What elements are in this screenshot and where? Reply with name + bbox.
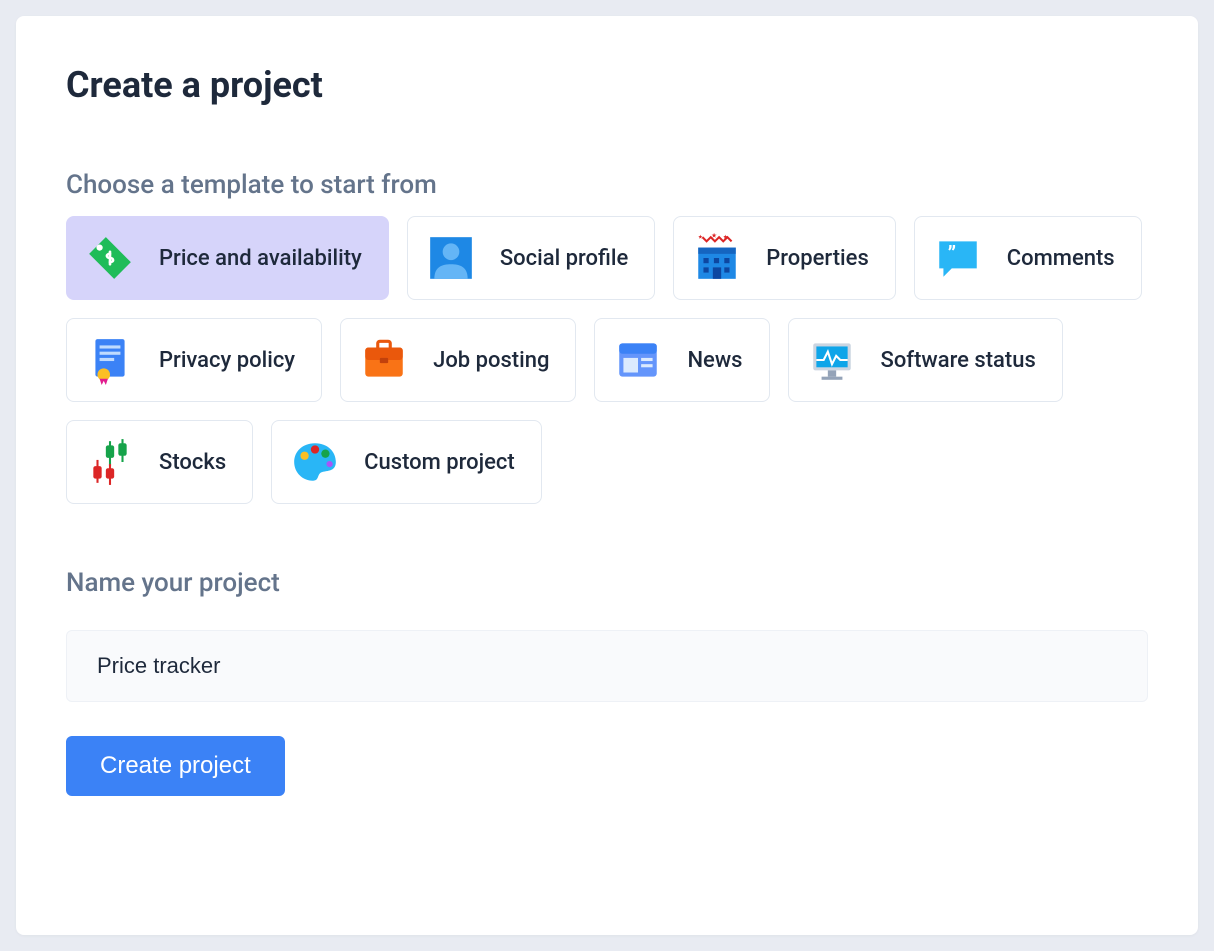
template-comments[interactable]: ” Comments xyxy=(914,216,1142,300)
person-icon xyxy=(424,231,478,285)
create-project-card: Create a project Choose a template to st… xyxy=(16,16,1198,935)
template-software-status[interactable]: Software status xyxy=(788,318,1063,402)
template-label: Social profile xyxy=(500,246,628,271)
template-label: Software status xyxy=(881,348,1036,373)
comment-icon: ” xyxy=(931,231,985,285)
candlestick-icon xyxy=(83,435,137,489)
template-news[interactable]: News xyxy=(594,318,769,402)
template-properties[interactable]: Properties xyxy=(673,216,896,300)
palette-icon xyxy=(288,435,342,489)
template-price-availability[interactable]: Price and availability xyxy=(66,216,389,300)
create-project-button[interactable]: Create project xyxy=(66,736,285,796)
template-label: Properties xyxy=(766,246,869,271)
template-job-posting[interactable]: Job posting xyxy=(340,318,576,402)
briefcase-icon xyxy=(357,333,411,387)
template-label: Custom project xyxy=(364,450,515,475)
template-label: Stocks xyxy=(159,450,226,475)
template-label: Price and availability xyxy=(159,246,362,271)
template-label: Job posting xyxy=(433,348,549,373)
name-label: Name your project xyxy=(66,568,1148,598)
template-section-label: Choose a template to start from xyxy=(66,170,1148,200)
document-ribbon-icon xyxy=(83,333,137,387)
template-social-profile[interactable]: Social profile xyxy=(407,216,655,300)
template-label: Privacy policy xyxy=(159,348,295,373)
template-label: News xyxy=(687,348,742,373)
monitor-icon xyxy=(805,333,859,387)
page-title: Create a project xyxy=(66,64,1148,106)
project-name-input[interactable] xyxy=(66,630,1148,702)
template-privacy-policy[interactable]: Privacy policy xyxy=(66,318,322,402)
template-custom-project[interactable]: Custom project xyxy=(271,420,542,504)
building-icon xyxy=(690,231,744,285)
name-section: Name your project xyxy=(66,568,1148,702)
svg-text:”: ” xyxy=(947,243,955,267)
template-stocks[interactable]: Stocks xyxy=(66,420,253,504)
price-tag-icon xyxy=(83,231,137,285)
template-label: Comments xyxy=(1007,246,1115,271)
template-grid: Price and availability Social profile xyxy=(66,216,1148,504)
newspaper-icon xyxy=(611,333,665,387)
